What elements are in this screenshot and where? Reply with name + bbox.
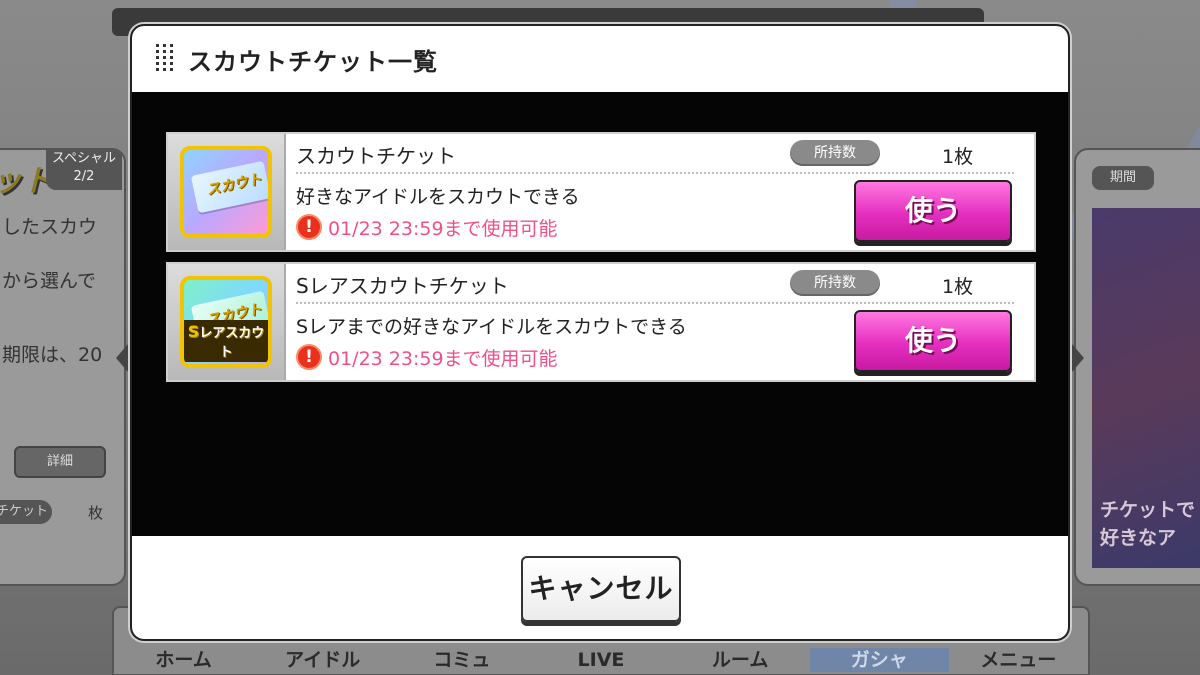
period-label: 期間	[1092, 166, 1154, 190]
srare-label: Sレアスカウト	[184, 320, 268, 362]
ticket-thumbnail: スカウト	[168, 134, 286, 250]
scout-ticket-icon: スカウト	[180, 146, 272, 238]
ticket-name: スカウトチケット	[296, 144, 456, 168]
ticket-thumbnail: スカウト Sレアスカウト	[168, 264, 286, 380]
scout-ticket-dialog: スカウトチケット一覧 スカウト スカウトチケット 所持数 1枚 好きなアイドルを…	[130, 24, 1070, 641]
held-count: 1枚	[942, 146, 974, 168]
nav-item-live: LIVE	[577, 649, 625, 671]
nav-item-commu: コミュ	[433, 649, 491, 671]
nav-item-menu: メニュー	[980, 649, 1057, 671]
held-count-badge: 所持数	[790, 140, 880, 166]
ticket-description: Sレアまでの好きなアイドルをスカウトできる	[296, 316, 687, 338]
right-gacha-panel: 期間 チケットで 好きなア	[1074, 148, 1200, 586]
ticket-unit: 枚	[88, 504, 104, 522]
ticket-row-scout: スカウト スカウトチケット 所持数 1枚 好きなアイドルをスカウトできる ! 0…	[166, 132, 1036, 252]
divider	[296, 302, 1014, 304]
detail-button: 詳細	[14, 446, 106, 478]
ticket-expiry: 01/23 23:59まで使用可能	[328, 348, 558, 370]
left-panel-text-2: から選んで	[2, 270, 97, 292]
ticket-expiry: 01/23 23:59まで使用可能	[328, 218, 558, 240]
dialog-title: スカウトチケット一覧	[188, 48, 438, 76]
nav-item-gacha: ガシャ	[809, 648, 949, 672]
dialog-footer: キャンセル	[132, 536, 1068, 639]
use-button[interactable]: 使う	[854, 310, 1012, 372]
ticket-list: スカウト スカウトチケット 所持数 1枚 好きなアイドルをスカウトできる ! 0…	[132, 92, 1068, 536]
ticket-label: チケット	[0, 500, 52, 524]
grip-icon	[156, 44, 176, 72]
dialog-header: スカウトチケット一覧	[132, 26, 1068, 92]
nav-item-home: ホーム	[155, 649, 212, 671]
prev-arrow-icon	[116, 344, 128, 372]
nav-item-room: ルーム	[711, 649, 769, 671]
alert-icon: !	[296, 344, 322, 370]
divider	[296, 172, 1014, 174]
cancel-button[interactable]: キャンセル	[521, 556, 681, 622]
srare-scout-ticket-icon: スカウト Sレアスカウト	[180, 276, 272, 368]
next-arrow-icon	[1072, 344, 1084, 372]
ticket-row-srare-scout: スカウト Sレアスカウト Sレアスカウトチケット 所持数 1枚 Sレアまでの好き…	[166, 262, 1036, 382]
left-panel-text-1: したスカウ	[2, 216, 98, 238]
special-tab: スペシャル 2/2	[46, 150, 122, 190]
banner-text: チケットで 好きなア	[1100, 499, 1196, 549]
left-panel-logo: ット	[0, 164, 52, 199]
ticket-description: 好きなアイドルをスカウトできる	[296, 186, 580, 208]
use-button[interactable]: 使う	[854, 180, 1012, 242]
held-count-badge: 所持数	[790, 270, 880, 296]
left-panel-text-3: 期限は、20	[2, 344, 103, 366]
ticket-name: Sレアスカウトチケット	[296, 274, 509, 298]
alert-icon: !	[296, 214, 322, 240]
nav-item-idol: アイドル	[285, 649, 361, 671]
left-gacha-panel: ット スペシャル 2/2 したスカウ から選んで 期限は、20 詳細 チケット …	[0, 148, 126, 586]
held-count: 1枚	[942, 276, 974, 298]
